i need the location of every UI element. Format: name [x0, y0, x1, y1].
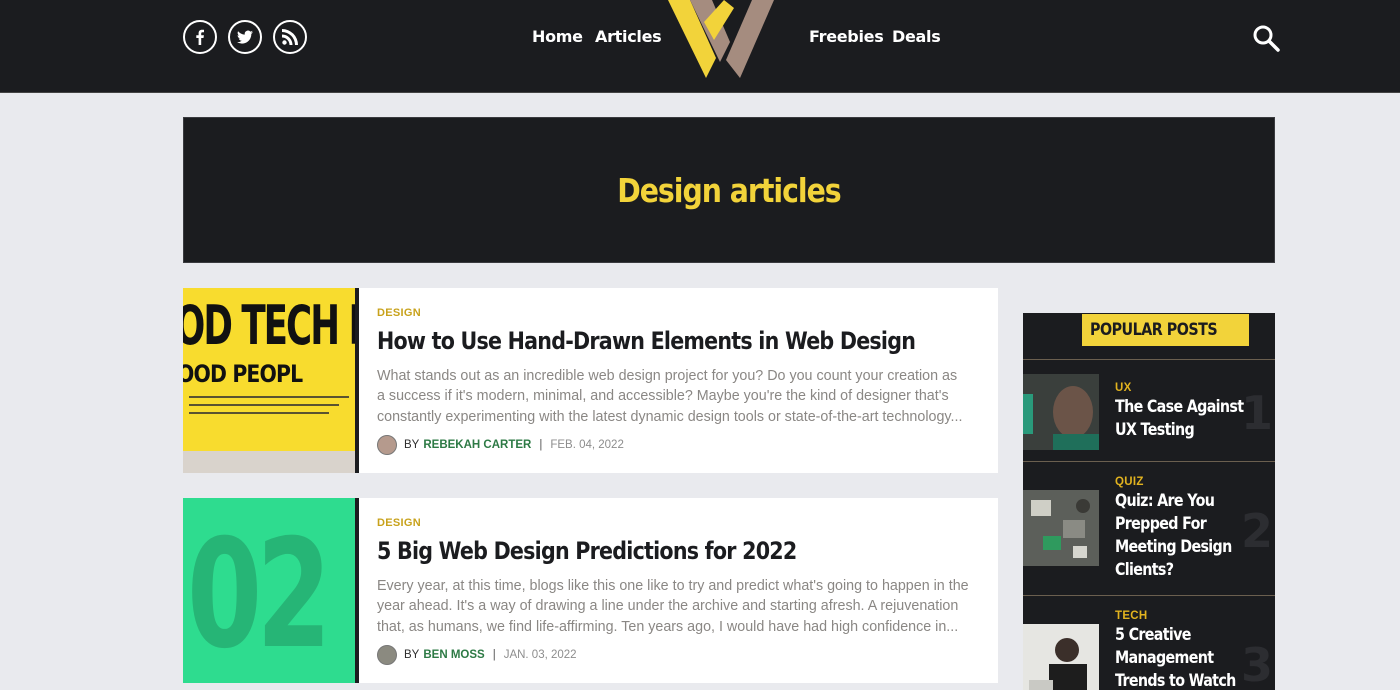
page-title: Design articles [617, 170, 842, 210]
popular-title[interactable]: Quiz: Are You Prepped For Meeting Design… [1115, 490, 1249, 582]
article-category[interactable]: DESIGN [377, 517, 998, 529]
thumbnail-line [189, 412, 329, 414]
article-title[interactable]: 5 Big Web Design Predictions for 2022 [377, 537, 911, 566]
twitter-icon [237, 30, 253, 44]
rss-icon [282, 29, 298, 45]
popular-thumbnail [1023, 624, 1099, 690]
search-icon[interactable] [1252, 24, 1280, 52]
avatar [377, 435, 397, 456]
popular-item[interactable]: UX The Case Against UX Testing 1 [1023, 359, 1275, 461]
popular-title[interactable]: 5 Creative Management Trends to Watch in [1115, 624, 1249, 690]
article-thumbnail[interactable]: 02 [183, 498, 359, 683]
thumbnail-subline: OOD PEOPL [183, 360, 303, 388]
avatar [377, 645, 397, 666]
article-date: FEB. 04, 2022 [550, 439, 624, 452]
thumbnail-line [189, 404, 339, 406]
article-card: OD TECH F OOD PEOPL DESIGN How to Use Ha… [183, 288, 998, 473]
popular-rank: 2 [1240, 504, 1273, 558]
popular-category[interactable]: TECH [1115, 610, 1148, 622]
popular-rank: 1 [1240, 386, 1273, 440]
nav-home[interactable]: Home [532, 27, 583, 46]
article-excerpt: Every year, at this time, blogs like thi… [377, 577, 969, 635]
article-body: DESIGN 5 Big Web Design Predictions for … [359, 498, 998, 683]
thumbnail-number: 02 [187, 508, 332, 682]
popular-item[interactable]: QUIZ Quiz: Are You Prepped For Meeting D… [1023, 461, 1275, 595]
popular-posts-widget: POPULAR POSTS UX The Case Against UX Tes… [1023, 313, 1275, 690]
author-link[interactable]: BEN MOSS [423, 649, 484, 661]
popular-category[interactable]: QUIZ [1115, 476, 1144, 488]
popular-title[interactable]: The Case Against UX Testing [1115, 396, 1249, 442]
nav-deals[interactable]: Deals [892, 27, 941, 46]
article-card: 02 DESIGN 5 Big Web Design Predictions f… [183, 498, 998, 683]
thumbnail-headline: OD TECH F [183, 294, 355, 357]
author-link[interactable]: REBEKAH CARTER [423, 439, 531, 451]
byline-prefix: BY [404, 439, 420, 452]
article-category[interactable]: DESIGN [377, 307, 1003, 319]
facebook-icon [196, 29, 204, 45]
article-title[interactable]: How to Use Hand-Drawn Elements in Web De… [377, 327, 916, 356]
article-meta: BY REBEKAH CARTER | FEB. 04, 2022 [377, 435, 1003, 456]
twitter-link[interactable] [228, 20, 262, 54]
article-meta: BY BEN MOSS | JAN. 03, 2022 [377, 645, 998, 666]
article-thumbnail[interactable]: OD TECH F OOD PEOPL [183, 288, 359, 473]
social-links [183, 20, 307, 54]
nav-freebies[interactable]: Freebies [809, 27, 884, 46]
rss-link[interactable] [273, 20, 307, 54]
byline-prefix: BY [404, 649, 420, 662]
popular-rank: 3 [1240, 638, 1273, 690]
category-hero: Design articles [183, 117, 1275, 263]
site-header: Home Articles Freebies Deals [0, 0, 1400, 93]
article-date: JAN. 03, 2022 [503, 649, 577, 662]
thumbnail-footer [183, 451, 355, 473]
article-excerpt: What stands out as an incredible web des… [377, 367, 963, 425]
facebook-link[interactable] [183, 20, 217, 54]
thumbnail-line [189, 396, 349, 398]
meta-separator: | [539, 439, 543, 452]
w-logo-icon[interactable] [668, 0, 794, 78]
article-body: DESIGN How to Use Hand-Drawn Elements in… [359, 288, 1003, 473]
popular-item[interactable]: TECH 5 Creative Management Trends to Wat… [1023, 595, 1275, 690]
popular-category[interactable]: UX [1115, 382, 1132, 394]
popular-thumbnail [1023, 490, 1099, 566]
popular-posts-heading: POPULAR POSTS [1082, 314, 1250, 346]
nav-articles[interactable]: Articles [595, 27, 662, 46]
meta-separator: | [492, 649, 496, 662]
popular-thumbnail [1023, 374, 1099, 450]
